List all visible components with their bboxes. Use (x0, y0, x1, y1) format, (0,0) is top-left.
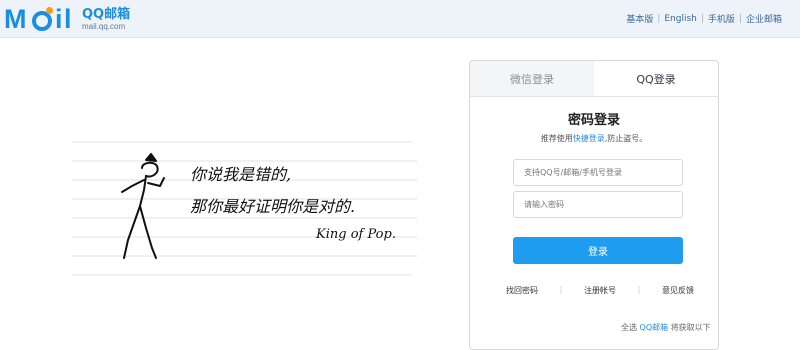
logo-title: QQ邮箱 (82, 6, 131, 22)
logo-domain: mail.qq.com (82, 21, 126, 31)
link-mobile-version[interactable]: 手机版 (708, 12, 735, 25)
link-english[interactable]: English (664, 14, 697, 24)
login-hint: 推荐使用快捷登录,防止盗号。 (540, 134, 648, 143)
quote-illustration: 你说我是错的, 那你最好证明你是对的. King of Pop. (72, 141, 417, 276)
quote-line-2: 那你最好证明你是对的. (190, 197, 355, 216)
login-button[interactable]: 登录 (513, 237, 683, 264)
quick-login-link[interactable]: 快捷登录 (573, 134, 605, 143)
stick-figure-drawing (121, 153, 165, 259)
mail-logo-mark: M o i l (4, 4, 72, 34)
login-title: 密码登录 (567, 113, 620, 128)
quote-line-1: 你说我是错的, (190, 165, 291, 184)
top-links: 基本版 | English | 手机版 | 企业邮箱 (626, 12, 782, 26)
feedback-link[interactable]: 意见反馈 (662, 285, 694, 296)
login-tabs: 微信登录 QQ登录 (470, 61, 718, 97)
footer-mail-link[interactable]: QQ邮箱 (640, 323, 669, 332)
tab-qq-login[interactable]: QQ登录 (594, 61, 718, 96)
tab-wechat-login[interactable]: 微信登录 (470, 61, 594, 96)
footer-note: 全选 QQ邮箱 将获取以下 (621, 323, 711, 332)
quote-signature: King of Pop. (315, 227, 396, 242)
link-enterprise-mail[interactable]: 企业邮箱 (746, 12, 782, 25)
top-header: M o i l QQ邮箱 mail.qq.com 基本版 | English |… (0, 0, 800, 38)
account-input[interactable] (513, 159, 683, 186)
mail-logo[interactable]: M o i l QQ邮箱 mail.qq.com (4, 3, 130, 35)
auxiliary-links: 找回密码 | 注册帐号 | 意见反馈 (506, 285, 694, 296)
password-input[interactable] (513, 191, 683, 218)
register-account-link[interactable]: 注册帐号 (584, 285, 616, 296)
login-panel: 微信登录 QQ登录 密码登录 推荐使用快捷登录,防止盗号。 登录 找回密码 | … (469, 60, 719, 350)
link-basic-version[interactable]: 基本版 (626, 12, 653, 25)
forgot-password-link[interactable]: 找回密码 (506, 285, 538, 296)
